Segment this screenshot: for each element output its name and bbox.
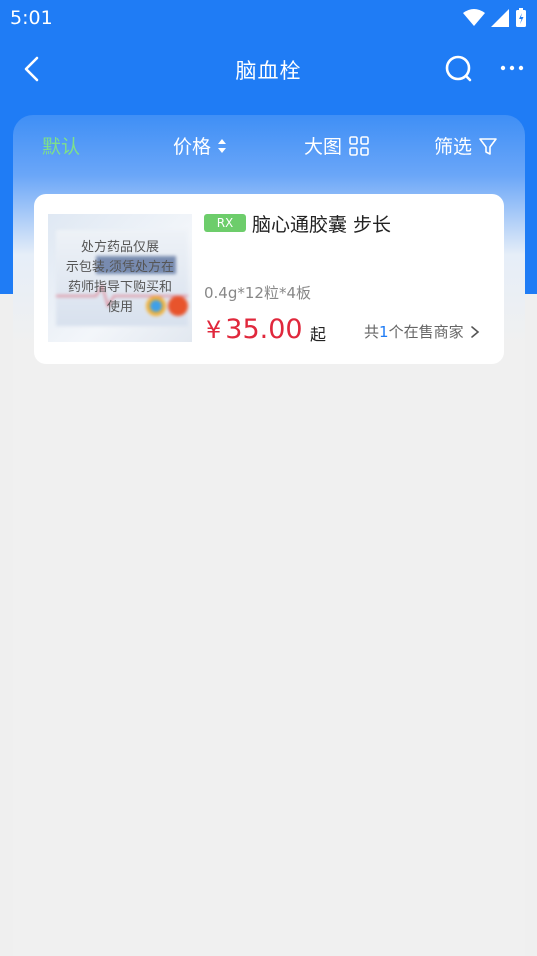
wifi-icon bbox=[463, 9, 485, 26]
sellers-link[interactable]: 共1个在售商家 bbox=[364, 321, 480, 342]
grid-icon bbox=[349, 135, 369, 156]
rx-badge: RX bbox=[204, 214, 246, 232]
price-suffix: 起 bbox=[310, 325, 327, 344]
funnel-icon bbox=[479, 137, 497, 155]
product-price: ¥35.00 bbox=[206, 314, 303, 345]
system-icons bbox=[463, 8, 527, 28]
search-icon[interactable] bbox=[444, 54, 474, 84]
sort-arrows-icon bbox=[218, 138, 227, 153]
price-value: 35.00 bbox=[225, 314, 303, 345]
product-name[interactable]: 脑心通胶囊 步长 bbox=[252, 210, 391, 237]
status-bar: 5:01 bbox=[0, 0, 537, 36]
sort-default-tab[interactable]: 默认 bbox=[42, 132, 80, 159]
big-image-toggle[interactable]: 大图 bbox=[304, 132, 370, 159]
currency-symbol: ¥ bbox=[206, 316, 222, 344]
status-time: 5:01 bbox=[10, 7, 53, 29]
nav-bar: 脑血栓 bbox=[0, 40, 537, 98]
prescription-notice: 处方药品仅展 示包装,须凭处方在 药师指导下购买和 使用 bbox=[65, 240, 175, 315]
sort-filter-bar: 默认 价格 大图 筛选 bbox=[13, 124, 525, 168]
filter-button[interactable]: 筛选 bbox=[434, 132, 498, 159]
sort-default-label: 默认 bbox=[42, 136, 81, 158]
product-spec: 0.4g*12粒*4板 bbox=[204, 284, 312, 302]
more-icon[interactable] bbox=[498, 58, 528, 78]
product-card[interactable]: 处方药品仅展 示包装,须凭处方在 药师指导下购买和 使用 RX 脑心通胶囊 步长… bbox=[34, 194, 504, 364]
sort-price-tab[interactable]: 价格 bbox=[173, 132, 227, 159]
big-image-label: 大图 bbox=[304, 136, 343, 158]
chevron-right-icon bbox=[470, 325, 479, 338]
signal-icon bbox=[491, 9, 509, 27]
sellers-count: 1 bbox=[379, 323, 389, 341]
sort-price-label: 价格 bbox=[173, 136, 212, 158]
battery-icon bbox=[516, 8, 526, 27]
filter-label: 筛选 bbox=[434, 136, 473, 158]
product-image[interactable]: 处方药品仅展 示包装,须凭处方在 药师指导下购买和 使用 bbox=[48, 214, 192, 342]
